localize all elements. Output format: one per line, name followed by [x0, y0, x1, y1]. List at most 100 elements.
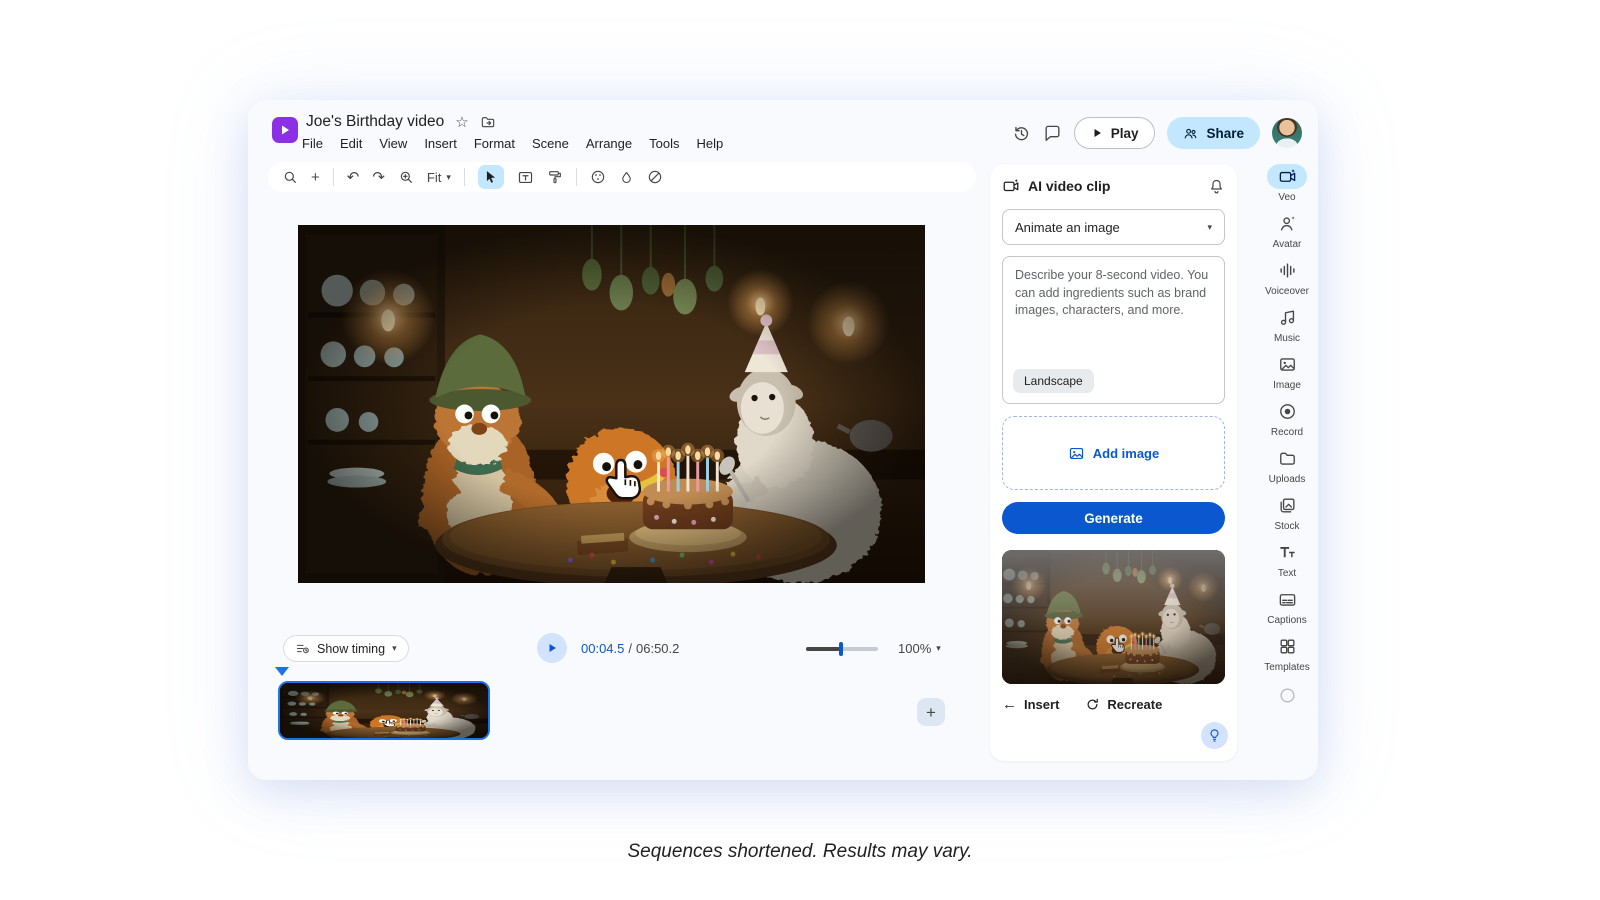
menu-format[interactable]: Format [474, 136, 515, 151]
share-button[interactable]: Share [1167, 117, 1260, 149]
panel-title: AI video clip [1028, 178, 1110, 194]
select-tool[interactable] [478, 165, 504, 189]
sidebar-item-uploads[interactable]: Uploads [1257, 446, 1317, 485]
zoom-slider-handle[interactable] [839, 642, 843, 656]
sidebar-item-record[interactable]: Record [1257, 399, 1317, 438]
chevron-down-icon: ▾ [1207, 223, 1212, 232]
video-frame [298, 225, 925, 583]
record-icon [1267, 399, 1307, 424]
menu-help[interactable]: Help [696, 136, 723, 151]
current-time: 00:04.5 [581, 641, 624, 656]
menu-scene[interactable]: Scene [532, 136, 569, 151]
sidebar-item-label: Uploads [1269, 474, 1306, 485]
sidebar-item-captions[interactable]: Captions [1257, 587, 1317, 626]
prompt-input[interactable] [1003, 257, 1224, 349]
toolbar: + ↶ ↷ Fit ▾ [268, 162, 976, 192]
sidebar-item-label: Text [1278, 568, 1296, 579]
transparency-icon[interactable] [647, 169, 663, 185]
avatar[interactable] [1272, 118, 1302, 148]
play-icon [1091, 127, 1103, 139]
mode-dropdown[interactable]: Animate an image ▾ [1002, 209, 1225, 245]
chevron-down-icon: ▾ [392, 644, 397, 653]
add-image-button[interactable]: Add image [1002, 416, 1225, 490]
avatar-icon [1267, 211, 1307, 236]
menu-arrange[interactable]: Arrange [586, 136, 632, 151]
generate-button[interactable]: Generate [1002, 502, 1225, 534]
templates-icon [1267, 634, 1307, 659]
prompt-container: Landscape [1002, 256, 1225, 404]
video-canvas[interactable] [298, 225, 925, 583]
menu-insert[interactable]: Insert [424, 136, 457, 151]
star-icon[interactable]: ☆ [455, 115, 468, 130]
menu-edit[interactable]: Edit [340, 136, 362, 151]
generated-clip-preview[interactable] [1002, 550, 1225, 684]
redo-icon[interactable]: ↷ [372, 170, 385, 185]
insert-button[interactable]: ← Insert [1002, 697, 1059, 712]
sidebar-item-templates[interactable]: Templates [1257, 634, 1317, 673]
timeline-clip-thumbnail[interactable] [278, 681, 490, 740]
sidebar-item-music[interactable]: Music [1257, 305, 1317, 344]
playhead-marker[interactable] [275, 667, 289, 676]
sidebar-item-label: Image [1273, 380, 1301, 391]
toolbar-divider [333, 168, 334, 186]
document-title[interactable]: Joe's Birthday video [306, 113, 444, 131]
search-icon[interactable] [282, 169, 298, 185]
undo-icon[interactable]: ↶ [347, 170, 360, 185]
text-icon [1267, 540, 1307, 565]
menu-file[interactable]: File [302, 136, 323, 151]
sidebar-item-stock[interactable]: Stock [1257, 493, 1317, 532]
total-time: 06:50.2 [636, 641, 679, 656]
preview-shade [1002, 550, 1225, 684]
move-folder-icon[interactable] [480, 114, 496, 130]
sidebar-item-label: Templates [1264, 662, 1310, 673]
paint-format-icon[interactable] [547, 169, 563, 185]
sidebar-item-more[interactable] [1257, 683, 1317, 708]
play-button[interactable]: Play [1074, 117, 1156, 149]
sidebar-item-label: Veo [1278, 192, 1295, 203]
sidebar-item-image[interactable]: Image [1257, 352, 1317, 391]
sidebar-item-veo[interactable]: Veo [1257, 164, 1317, 203]
show-timing-button[interactable]: Show timing ▾ [283, 635, 409, 662]
insert-textbox-icon[interactable] [517, 169, 534, 186]
menu-tools[interactable]: Tools [649, 136, 679, 151]
uploads-icon [1267, 446, 1307, 471]
sidebar-item-text[interactable]: Text [1257, 540, 1317, 579]
tips-lightbulb-button[interactable] [1201, 722, 1228, 749]
sidebar-item-label: Avatar [1273, 239, 1302, 250]
comment-icon[interactable] [1043, 124, 1062, 143]
bell-icon[interactable] [1208, 178, 1225, 195]
image-icon [1267, 352, 1307, 377]
menu-view[interactable]: View [379, 136, 407, 151]
palette-icon[interactable] [590, 169, 606, 185]
voiceover-icon [1267, 258, 1307, 283]
toolbar-divider [576, 168, 577, 186]
arrow-left-icon: ← [1002, 697, 1017, 712]
sidebar-item-label: Captions [1267, 615, 1306, 626]
app-window: Joe's Birthday video ☆ File Edit View In… [248, 100, 1318, 780]
effects-icon[interactable] [619, 170, 634, 185]
zoom-level-control[interactable]: 100% ▾ [898, 641, 941, 656]
add-icon[interactable]: + [311, 170, 320, 185]
sidebar-item-label: Stock [1274, 521, 1299, 532]
timecode: 00:04.5 / 06:50.2 [581, 641, 679, 656]
add-scene-button[interactable]: + [917, 698, 945, 726]
sidebar-item-avatar[interactable]: Avatar [1257, 211, 1317, 250]
recreate-icon [1085, 697, 1100, 712]
timeline-play-button[interactable] [537, 633, 567, 663]
ai-video-icon [1002, 177, 1020, 195]
veo-icon [1267, 164, 1307, 189]
add-image-icon [1068, 445, 1085, 462]
zoom-in-icon[interactable] [398, 169, 414, 185]
timing-list-icon [295, 641, 310, 656]
sidebar-item-voiceover[interactable]: Voiceover [1257, 258, 1317, 297]
version-history-icon[interactable] [1012, 124, 1031, 143]
sidebar-item-label: Voiceover [1265, 286, 1309, 297]
more-icon [1267, 683, 1307, 708]
time-separator: / [628, 641, 632, 656]
captions-icon [1267, 587, 1307, 612]
recreate-button[interactable]: Recreate [1085, 697, 1162, 712]
zoom-slider[interactable] [806, 647, 878, 651]
aspect-ratio-chip[interactable]: Landscape [1013, 369, 1094, 393]
music-icon [1267, 305, 1307, 330]
fit-zoom-control[interactable]: Fit ▾ [427, 170, 451, 185]
